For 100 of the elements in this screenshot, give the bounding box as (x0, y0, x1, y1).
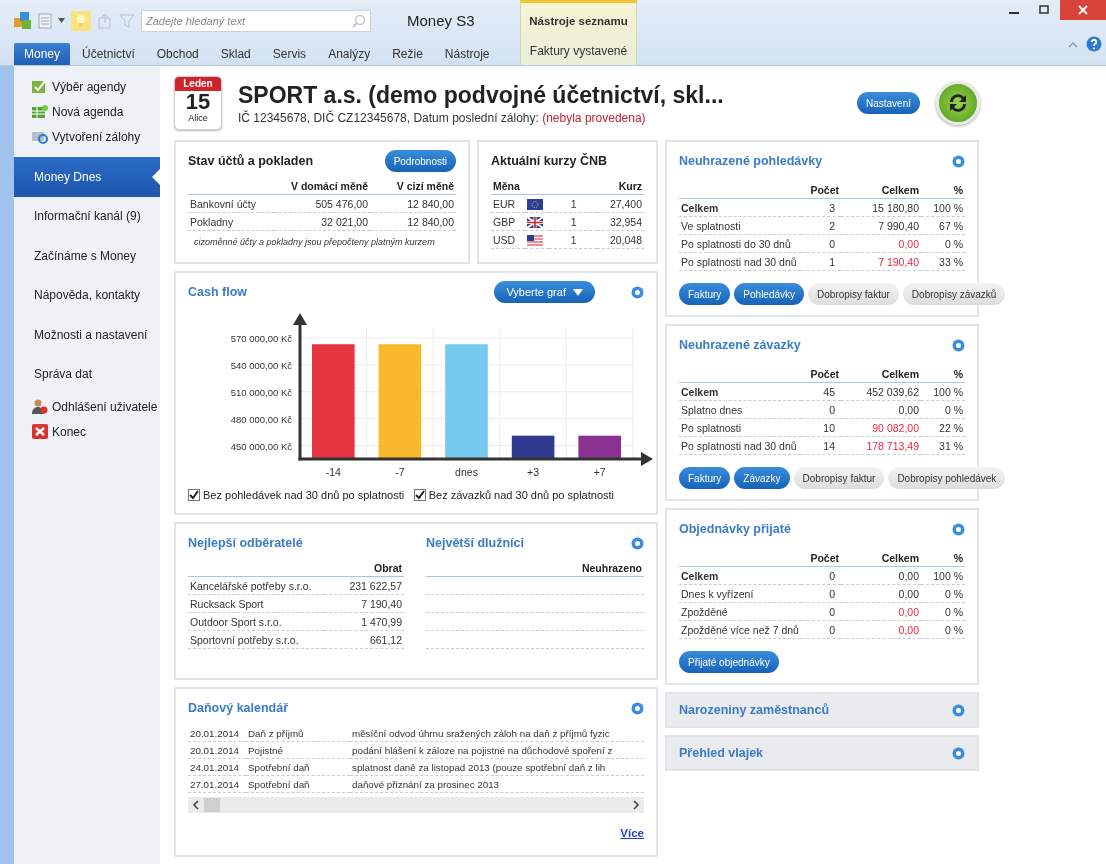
help-icon[interactable] (1086, 36, 1102, 52)
expand-icon[interactable] (952, 338, 965, 352)
close-button[interactable] (1060, 0, 1106, 20)
expand-icon[interactable] (952, 154, 965, 168)
expand-icon[interactable] (952, 522, 965, 536)
table-cell: 0 % (921, 621, 965, 639)
table-cell: 22 % (921, 419, 965, 437)
axis-label: 450 000,00 Kč (230, 440, 292, 452)
table-cell: 20,048 (596, 231, 644, 249)
panel-title: Neuhrazené závazky (679, 338, 801, 352)
table-cell: Dnes k vyřízení (679, 585, 801, 603)
panel-button[interactable]: Dobropisy faktur (808, 283, 899, 305)
checkbox-box[interactable] (413, 489, 426, 501)
sidebar-action[interactable]: Konec (0, 419, 160, 444)
table-cell: 20.01.2014 (188, 742, 246, 759)
table-cell: Po splatnosti (679, 419, 801, 437)
search-field[interactable]: Zadejte hledaný text (141, 9, 371, 32)
panel-button[interactable]: Faktury (679, 467, 731, 489)
caret-icon (573, 289, 583, 296)
panel-title: Aktuální kurzy ČNB (491, 154, 607, 168)
chart-select-button[interactable]: Vyberte graf (494, 281, 595, 303)
column-header: V cizí měně (370, 178, 456, 195)
ribbon-tab[interactable]: Nástroje (434, 43, 500, 65)
table-cell: Sportovní potřeby s.r.o. (188, 631, 324, 649)
table-cell: 0,00 (841, 621, 921, 639)
sidebar-item[interactable]: Začínáme s Money (14, 236, 160, 276)
caret-icon[interactable] (58, 18, 65, 24)
sidebar-action[interactable]: Výběr agendy (0, 74, 160, 99)
calendar-month: Leden (175, 77, 221, 91)
ribbon-tab[interactable]: Money (14, 43, 71, 65)
settings-button[interactable]: Nastavení (856, 92, 920, 114)
ribbon-tab[interactable]: Obchod (146, 43, 209, 65)
sidebar-item[interactable]: Možnosti a nastavení (14, 315, 160, 355)
table-cell: Kancelářské potřeby s.r.o. (188, 577, 324, 595)
user-logout-icon (32, 399, 48, 414)
expand-icon[interactable] (952, 746, 965, 760)
checkbox-box[interactable] (188, 489, 200, 501)
table-cell: Po splatnosti nad 30 dnů (679, 253, 801, 271)
sidebar-item[interactable]: Správa dat (14, 354, 160, 394)
expand-icon[interactable] (952, 703, 965, 717)
scroll-left-icon[interactable] (192, 800, 200, 810)
panel-button[interactable]: Dobropisy pohledávek (888, 467, 1006, 489)
table-cell: Ve splatnosti (679, 217, 801, 235)
ribbon-tab[interactable]: Servis (262, 43, 317, 65)
table-cell: 0 (801, 603, 841, 621)
refresh-button[interactable] (936, 81, 980, 125)
sidebar-item[interactable]: Nápověda, kontakty (14, 275, 160, 315)
collapsed-panel[interactable]: Přehled vlajek (665, 735, 979, 771)
expand-icon[interactable] (631, 701, 644, 715)
app-icon[interactable] (14, 11, 32, 30)
column-header: Celkem (841, 366, 921, 383)
table-cell: 0,00 (841, 603, 921, 621)
column-header: % (921, 366, 965, 383)
ribbon-tab[interactable]: Režie (382, 43, 433, 65)
sidebar-action-label: Odhlášení uživatele (52, 399, 158, 414)
table-cell: Splatno dnes (679, 401, 801, 419)
ribbon-tab[interactable]: Faktury vystavené (521, 39, 636, 63)
table-cell: 27.01.2014 (188, 776, 246, 793)
table-cell: 452 039,62 (841, 383, 921, 401)
scroll-thumb[interactable] (204, 798, 220, 812)
horizontal-scrollbar[interactable] (188, 797, 644, 813)
table-cell: USD (491, 231, 525, 249)
panel-button[interactable]: Faktury (679, 283, 731, 305)
table-cell: 12 840,00 (370, 213, 456, 231)
sidebar-item[interactable]: Money Dnes (14, 157, 160, 197)
panel-button[interactable]: Závazky (734, 467, 790, 489)
panel-button[interactable]: Dobropisy faktur (793, 467, 885, 489)
sidebar-action[interactable]: Vytvoření zálohy (0, 124, 160, 149)
sidebar-action[interactable]: Nová agenda (0, 99, 160, 124)
table-cell: 33 % (921, 253, 965, 271)
details-button[interactable]: Podrobnosti (384, 150, 456, 172)
expand-icon[interactable] (631, 536, 644, 550)
collapse-ribbon-icon[interactable] (1068, 40, 1078, 48)
ribbon-tab[interactable]: Analýzy (318, 43, 381, 65)
table-cell: Celkem (679, 199, 801, 217)
collapsed-panel[interactable]: Narozeniny zaměstnanců (665, 692, 979, 728)
table-cell: 100 % (921, 567, 965, 585)
scroll-right-icon[interactable] (632, 800, 640, 810)
more-link[interactable]: Více (188, 827, 644, 839)
sidebar-action-label: Vytvoření zálohy (52, 129, 141, 144)
panel-button[interactable]: Dobropisy závazků (902, 283, 1006, 305)
panel-title: Přehled vlajek (679, 746, 764, 760)
table-cell: 27,400 (596, 195, 644, 213)
table-cell: 1 470,99 (324, 613, 404, 631)
ribbon-tab[interactable]: Účetnictví (72, 43, 145, 65)
panel-title: Daňový kalendář (188, 701, 289, 715)
sidebar-item[interactable]: Informační kanál (9) (14, 196, 160, 236)
flag-icon (527, 234, 543, 246)
sidebar-action[interactable]: Odhlášení uživatele (0, 394, 160, 419)
table-cell: 3 (801, 199, 841, 217)
table-cell: 7 190,40 (841, 253, 921, 271)
company-info: IČ 12345678, DIČ CZ12345678, Datum poslední zálohy: (nebyla provedena) (238, 110, 647, 125)
ribbon-tab[interactable]: Sklad (210, 43, 261, 65)
table-cell: podání hlášení k záloze na pojistné na důchodové spoření z (350, 742, 644, 759)
panel-button[interactable]: Přijaté objednávky (679, 651, 779, 673)
axis-label: +3 (527, 466, 540, 478)
panel-button[interactable]: Pohledávky (734, 283, 805, 305)
sidebar-action-label: Nová agenda (52, 104, 124, 119)
table-cell: 0,00 (841, 585, 921, 603)
expand-icon[interactable] (631, 285, 644, 299)
